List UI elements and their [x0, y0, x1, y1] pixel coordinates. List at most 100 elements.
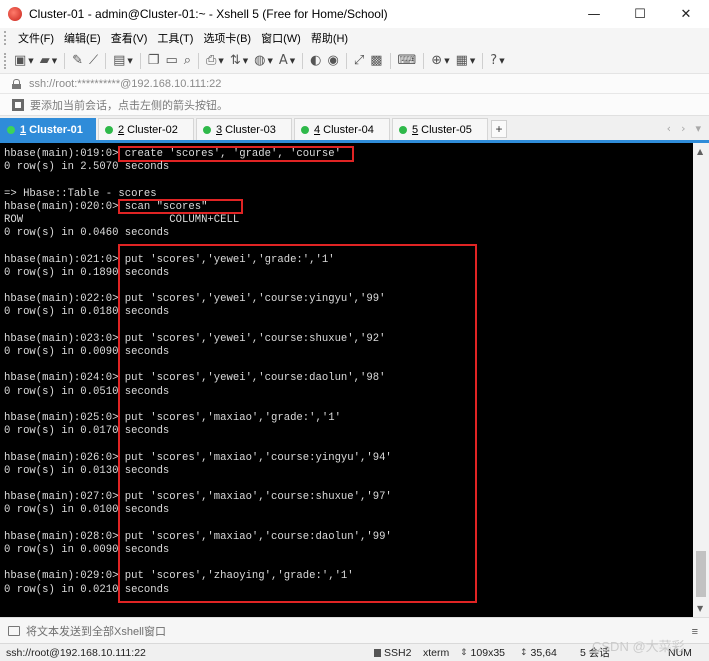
globe-icon[interactable]: ◍ ▼	[251, 51, 276, 71]
help-icon[interactable]: ? ▼	[487, 51, 507, 71]
address-text: ssh://root:**********@192.168.10.111:22	[29, 77, 222, 90]
terminal-line: hbase(main):025:0> put 'scores','maxiao'…	[4, 412, 341, 424]
terminal-scrollbar[interactable]: ▲ ▼	[693, 143, 709, 617]
toolbar-separator	[198, 52, 200, 69]
tab-number: 4	[314, 123, 321, 136]
scroll-down-icon[interactable]: ▼	[697, 604, 703, 613]
font-icon[interactable]: A ▼	[276, 51, 298, 71]
menu-tools[interactable]: 工具(T)	[152, 30, 198, 46]
status-terminal-type: xterm	[423, 646, 450, 659]
terminal-output[interactable]: hbase(main):019:0> create 'scores', 'gra…	[0, 143, 693, 617]
tab-number: 3	[216, 123, 223, 136]
tab-label: Cluster-04	[323, 123, 374, 136]
keyboard-icon[interactable]: ⌨	[395, 51, 420, 71]
terminal-line: hbase(main):019:0> create 'scores', 'gra…	[4, 148, 341, 160]
tab-navigation: ‹ › ▾	[667, 122, 701, 135]
tab-label: Cluster-05	[421, 123, 472, 136]
window-title: Cluster-01 - admin@Cluster-01:~ - Xshell…	[29, 7, 388, 21]
terminal-line: 0 row(s) in 0.1890 seconds	[4, 266, 170, 279]
tab-number: 5	[412, 123, 419, 136]
paste-icon[interactable]: ▭	[162, 51, 180, 71]
tab-cluster-05[interactable]: 5 Cluster-05	[392, 118, 488, 140]
tab-label: Cluster-02	[127, 123, 178, 136]
terminal-line: hbase(main):022:0> put 'scores','yewei',…	[4, 293, 386, 306]
xftp-icon[interactable]: ◐	[307, 51, 324, 71]
tab-cluster-03[interactable]: 3 Cluster-03	[196, 118, 292, 140]
toolbar-separator	[389, 52, 391, 69]
minimize-button[interactable]: —	[571, 0, 617, 28]
compose-placeholder: 将文本发送到全部Xshell窗口	[26, 625, 166, 638]
status-size: ⇕ 109x35	[460, 647, 505, 659]
close-button[interactable]: ✕	[663, 0, 709, 28]
tab-cluster-04[interactable]: 4 Cluster-04	[294, 118, 390, 140]
connected-status-icon	[203, 125, 211, 134]
terminal-line: hbase(main):024:0> put 'scores','yewei',…	[4, 372, 386, 385]
terminal-line: hbase(main):028:0> put 'scores','maxiao'…	[4, 530, 392, 543]
scroll-up-icon[interactable]: ▲	[697, 147, 703, 156]
properties-icon[interactable]: ▤ ▼	[110, 51, 136, 71]
toolbar-separator	[482, 52, 484, 69]
script-icon[interactable]: ◉	[324, 51, 341, 71]
toolbar: ▣ ▼ ▰ ▼ ✎ ⟋ ▤ ▼ ❐ ▭ ⌕ ⎙ ▼ ⇅ ▼ ◍ ▼ A ▼ ◐ ◉ ⤢ ▩ ⌨…	[0, 48, 709, 74]
status-host: ssh://root@192.168.10.111:22	[6, 646, 146, 659]
toolbar-separator	[302, 52, 304, 69]
terminal-line: hbase(main):026:0> put 'scores','maxiao'…	[4, 451, 392, 464]
position-label: 35,64	[530, 646, 557, 659]
menu-edit[interactable]: 编辑(E)	[59, 30, 106, 46]
tab-list-icon[interactable]: ▾	[695, 122, 701, 135]
tab-next-icon[interactable]: ›	[681, 122, 685, 135]
toolbar-separator	[423, 52, 425, 69]
connected-status-icon	[301, 125, 309, 134]
size-label: 109x35	[470, 646, 505, 659]
tab-label: Cluster-01	[29, 123, 83, 136]
lock-icon	[12, 78, 21, 89]
menu-tabs[interactable]: 选项卡(B)	[198, 30, 256, 46]
ssh-lock-icon	[374, 648, 381, 657]
layout-icon[interactable]: ▦ ▼	[453, 51, 479, 71]
connected-status-icon	[399, 125, 407, 134]
disconnect-icon[interactable]: ⟋	[86, 51, 101, 71]
session-arrow-icon[interactable]	[12, 98, 24, 111]
address-bar[interactable]: ssh://root:**********@192.168.10.111:22	[0, 74, 709, 94]
menu-view[interactable]: 查看(V)	[106, 30, 153, 46]
maximize-button[interactable]: ☐	[617, 0, 663, 28]
terminal-line: ROW COLUMN+CELL	[4, 214, 240, 226]
tab-cluster-02[interactable]: 2 Cluster-02	[98, 118, 194, 140]
add-tab-button[interactable]: +	[491, 120, 507, 138]
tab-bar: 1 Cluster-01 2 Cluster-02 3 Cluster-03 4…	[0, 116, 709, 143]
terminal-line: => Hbase::Table - scores	[4, 187, 157, 200]
find-icon[interactable]: ⌕	[181, 51, 194, 71]
status-cursor-position: ↕ 35,64	[520, 647, 557, 659]
fullscreen-icon[interactable]: ⤢	[351, 51, 367, 71]
terminal-line: 0 row(s) in 0.0170 seconds	[4, 425, 170, 438]
compose-icon	[8, 625, 20, 636]
lock-icon[interactable]: ▩	[367, 51, 385, 71]
compose-menu-icon[interactable]: ≡	[692, 626, 699, 638]
toolbar-separator	[105, 52, 107, 69]
terminal-line: 0 row(s) in 0.0460 seconds	[4, 227, 170, 240]
session-hint-bar: 要添加当前会话，点击左侧的箭头按钮。	[0, 94, 709, 116]
size-icon: ⇕	[460, 647, 468, 658]
connected-status-icon	[105, 125, 113, 134]
status-protocol: SSH2	[374, 647, 411, 659]
new-session-icon[interactable]: ▣ ▼	[11, 51, 37, 71]
scroll-thumb[interactable]	[696, 551, 706, 597]
terminal-line: 0 row(s) in 2.5070 seconds	[4, 161, 170, 174]
terminal-line: hbase(main):020:0> scan "scores"	[4, 200, 208, 213]
add-icon[interactable]: ⊕ ▼	[428, 51, 452, 71]
menu-window[interactable]: 窗口(W)	[256, 30, 306, 46]
title-bar: Cluster-01 - admin@Cluster-01:~ - Xshell…	[0, 0, 709, 28]
edit-icon[interactable]: ✎	[69, 51, 86, 71]
transfer-icon[interactable]: ⇅ ▼	[227, 51, 251, 71]
print-icon[interactable]: ⎙ ▼	[203, 51, 227, 71]
tab-prev-icon[interactable]: ‹	[667, 122, 671, 135]
terminal-line: hbase(main):029:0> put 'scores','zhaoyin…	[4, 570, 354, 583]
toolbar-grip-icon	[4, 52, 7, 69]
tab-cluster-01[interactable]: 1 Cluster-01	[0, 118, 96, 140]
menu-help[interactable]: 帮助(H)	[306, 30, 353, 46]
copy-icon[interactable]: ❐	[145, 51, 163, 71]
toolbar-separator	[64, 52, 66, 69]
open-folder-icon[interactable]: ▰ ▼	[37, 51, 60, 71]
terminal-line: hbase(main):021:0> put 'scores','yewei',…	[4, 253, 335, 266]
menu-file[interactable]: 文件(F)	[13, 30, 59, 46]
